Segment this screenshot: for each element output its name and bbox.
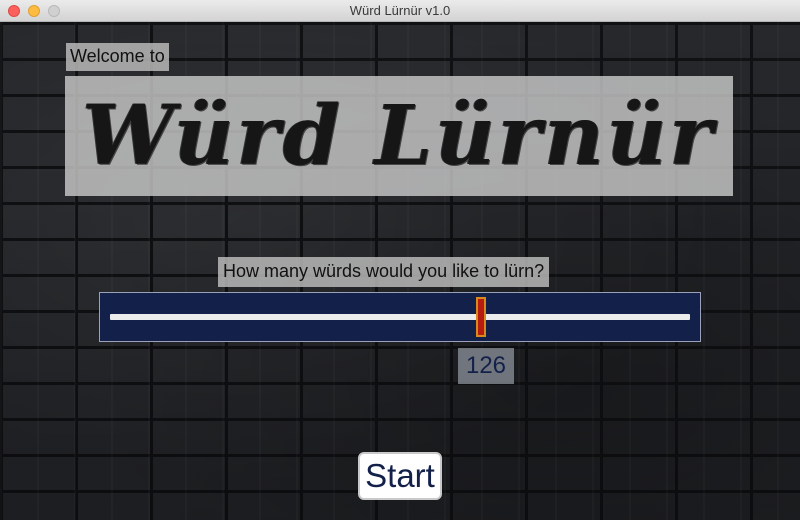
slider-track[interactable] [110, 314, 690, 320]
app-window: Würd Lürnür v1.0 Welcome to Würd Lürnür … [0, 0, 800, 520]
start-button[interactable]: Start [358, 452, 442, 500]
window-title: Würd Lürnür v1.0 [349, 3, 451, 18]
app-title: Würd Lürnür [82, 88, 716, 184]
title-banner: Würd Lürnür [65, 76, 733, 196]
word-count-question: How many würds would you like to lürn? [218, 257, 550, 287]
welcome-label: Welcome to [66, 43, 169, 71]
slider-thumb[interactable] [476, 297, 487, 337]
slider-value-display: 126 [458, 348, 514, 384]
title-bar[interactable]: Würd Lürnür v1.0 [0, 0, 800, 22]
word-count-slider[interactable] [99, 292, 701, 342]
